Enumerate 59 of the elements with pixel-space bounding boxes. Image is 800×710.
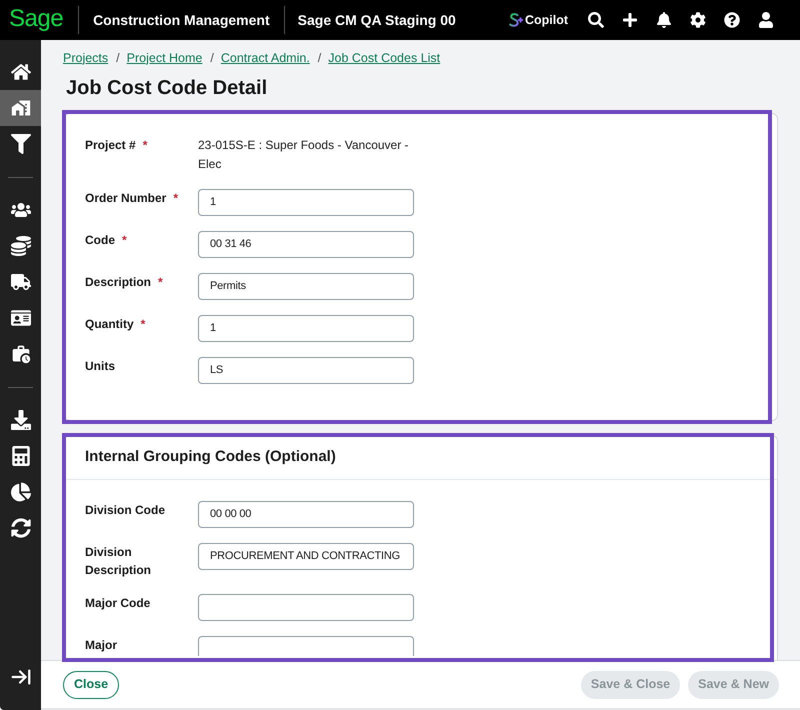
required-mark: *: [122, 232, 127, 249]
download-icon: [10, 410, 30, 430]
breadcrumb-link[interactable]: Contract Admin.: [220, 48, 310, 68]
input-field[interactable]: 00 00 00: [198, 501, 414, 528]
filter-icon: [10, 134, 30, 154]
field-label: Division Description: [85, 544, 152, 579]
copilot-button[interactable]: Copilot: [508, 10, 568, 30]
truck-icon: [10, 272, 30, 292]
input-field[interactable]: 1: [198, 189, 414, 216]
help-icon[interactable]: [724, 12, 740, 28]
nav-item[interactable]: [0, 90, 41, 126]
bell-icon[interactable]: [656, 12, 672, 28]
required-mark: *: [158, 274, 163, 291]
breadcrumb-link[interactable]: Projects: [63, 48, 108, 68]
input-field[interactable]: PROCUREMENT AND CONTRACTING: [198, 543, 414, 570]
breadcrumb-link[interactable]: Project Home: [126, 48, 202, 68]
section-title: Internal Grouping Codes (Optional): [85, 447, 336, 468]
required-mark: *: [140, 316, 146, 333]
pie-chart-icon: [10, 482, 30, 502]
settings-icon[interactable]: [690, 12, 706, 28]
field-label: Code: [85, 232, 115, 249]
logo-icon: [508, 12, 523, 28]
project-value: 23-015S-E : Super Foods - Vancouver - Elec: [198, 137, 410, 173]
people-icon: [10, 200, 30, 220]
id-card-icon: [10, 308, 30, 328]
field-label: Units: [85, 358, 115, 375]
plus-icon[interactable]: [622, 12, 638, 28]
coins-icon: [10, 236, 30, 256]
breadcrumb-separator: /: [318, 50, 322, 67]
briefcase-clock-icon: [10, 344, 30, 364]
logo[interactable]: Sage: [9, 6, 64, 34]
field-label: Project #: [85, 137, 136, 154]
user-icon[interactable]: [758, 12, 774, 28]
house-building-icon: [10, 98, 30, 118]
search-icon[interactable]: [588, 12, 604, 28]
breadcrumb-separator: /: [116, 50, 120, 67]
input-field[interactable]: LS: [198, 357, 414, 384]
field-label: Major: [85, 637, 118, 654]
footer-button[interactable]: Close: [63, 670, 120, 698]
required-mark: *: [142, 137, 148, 154]
field-label: Major Code: [85, 595, 150, 612]
field-label: Quantity: [85, 316, 134, 333]
field-label: Division Code: [85, 502, 166, 519]
field-label: Description: [85, 274, 152, 291]
breadcrumb-link[interactable]: Job Cost Codes List: [328, 48, 440, 68]
refresh-icon: [10, 518, 30, 538]
input-field[interactable]: [198, 636, 414, 656]
environment-name: Sage CM QA Staging 00: [298, 10, 456, 30]
input-field[interactable]: Permits: [198, 273, 414, 300]
app-name: Construction Management: [93, 10, 270, 30]
home-icon: [10, 62, 30, 82]
input-field[interactable]: 1: [198, 315, 414, 342]
breadcrumb-separator: /: [210, 50, 214, 67]
input-field[interactable]: 00 31 46: [198, 231, 414, 258]
page-title: Job Cost Code Detail: [66, 76, 268, 100]
calculator-icon: [10, 446, 30, 466]
required-mark: *: [173, 190, 178, 207]
input-field[interactable]: [198, 594, 414, 621]
field-label: Order Number: [85, 190, 166, 207]
